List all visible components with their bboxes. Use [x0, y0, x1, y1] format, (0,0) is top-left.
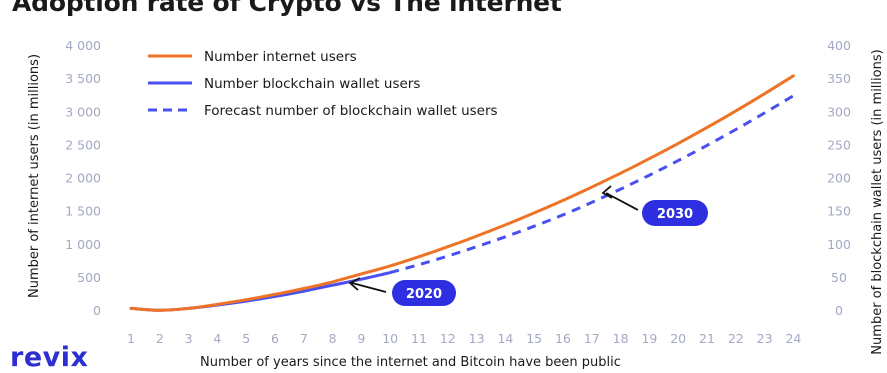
x-tick: 15	[526, 331, 542, 346]
y-tick-left: 2 500	[65, 137, 101, 152]
x-tick: 19	[641, 331, 657, 346]
legend: Number internet users Number blockchain …	[148, 49, 498, 119]
left-axis-ticks: 0 500 1 000 1 500 2 000 2 500 3 000 3 500 4 000	[65, 38, 101, 318]
y-tick-right: 300	[827, 104, 851, 119]
y-tick-left: 4 000	[65, 38, 101, 53]
x-tick: 11	[411, 331, 427, 346]
y-tick-right: 350	[827, 71, 851, 86]
x-tick: 2	[156, 331, 164, 346]
y-tick-left: 1 500	[65, 204, 101, 219]
x-tick: 24	[785, 331, 801, 346]
x-tick: 8	[329, 331, 337, 346]
y-tick-left: 1 000	[65, 237, 101, 252]
x-tick: 18	[613, 331, 629, 346]
annotation-label-2020: 2020	[406, 287, 442, 302]
chart: 05001 0001 5002 0002 5003 0003 5004 000 …	[27, 38, 885, 370]
x-tick: 21	[699, 331, 715, 346]
x-tick: 23	[757, 331, 773, 346]
y-tick-right: 200	[827, 171, 851, 186]
annotation-2030: 2030	[601, 185, 708, 226]
legend-label-blockchain: Number blockchain wallet users	[204, 76, 420, 92]
y-tick-left: 0	[93, 303, 101, 318]
x-tick: 9	[357, 331, 365, 346]
x-tick: 6	[271, 331, 279, 346]
y-tick-right: 150	[827, 204, 851, 219]
x-tick: 3	[185, 331, 193, 346]
y-tick-right: 400	[827, 38, 851, 53]
y-tick-left: 3 500	[65, 71, 101, 86]
y-tick-right: 100	[827, 237, 851, 252]
y-tick-left: 2 000	[65, 171, 101, 186]
x-axis-label: Number of years since the internet and B…	[200, 355, 621, 370]
y-tick-right: 250	[827, 137, 851, 152]
annotation-arrow-2030	[605, 192, 639, 211]
legend-label-internet: Number internet users	[204, 49, 357, 65]
x-tick: 12	[440, 331, 456, 346]
right-axis-ticks: 0 50 100 150 200 250 300 350 400	[827, 38, 851, 318]
x-tick: 16	[555, 331, 571, 346]
annotation-label-2030: 2030	[657, 207, 693, 222]
annotation-arrow-2020	[351, 282, 387, 293]
x-tick: 22	[728, 331, 744, 346]
y-axis-label-right: Number of blockchain wallet users (in mi…	[870, 49, 885, 354]
x-tick: 4	[213, 331, 221, 346]
annotation-2020: 2020	[348, 277, 456, 306]
y-tick-left: 3 000	[65, 104, 101, 119]
x-axis-ticks: 1 2 3 4 5 6 7 8 9 10 11 12 13 14 15 16 17 18 19 20 21 22 23 24	[127, 331, 801, 346]
x-tick: 7	[300, 331, 308, 346]
x-tick: 1	[127, 331, 135, 346]
legend-label-forecast: Forecast number of blockchain wallet use…	[204, 103, 498, 119]
y-tick-right: 0	[835, 303, 843, 318]
x-tick: 5	[242, 331, 250, 346]
y-tick-right: 50	[831, 270, 847, 285]
x-tick: 20	[670, 331, 686, 346]
x-tick: 17	[584, 331, 600, 346]
x-tick: 14	[497, 331, 513, 346]
x-tick: 10	[382, 331, 398, 346]
revix-logo: revix	[10, 342, 89, 373]
y-tick-left: 500	[77, 270, 101, 285]
x-tick: 13	[469, 331, 485, 346]
y-axis-label-left: Number of internet users (in millions)	[27, 54, 42, 298]
